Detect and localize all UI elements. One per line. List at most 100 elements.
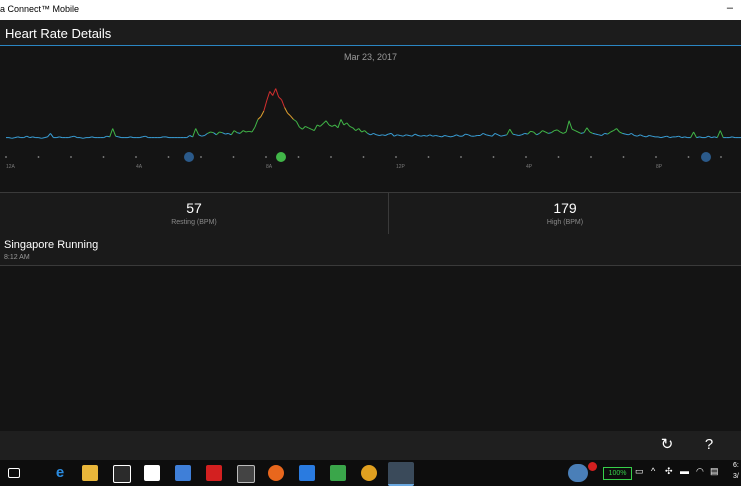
sleep-end-marker-icon[interactable] [184, 152, 194, 162]
hour-dot [5, 156, 7, 158]
heart-rate-line-segment [56, 136, 60, 139]
heart-rate-line-segment [456, 134, 460, 137]
garmin-connect-icon[interactable] [388, 462, 414, 486]
heart-rate-line-segment [536, 132, 540, 136]
heart-rate-line-segment [23, 135, 27, 139]
hour-dot [720, 156, 722, 158]
battery-indicator[interactable]: 100% [603, 467, 632, 480]
tray-app-icon[interactable] [568, 464, 588, 482]
firefox-icon[interactable] [268, 465, 284, 481]
resting-label: Resting (BPM) [171, 219, 217, 226]
running-activity-marker-icon[interactable] [276, 152, 286, 162]
heart-rate-line-segment [118, 136, 122, 139]
heart-rate-line-segment [417, 135, 422, 137]
heart-rate-line-segment [515, 134, 519, 136]
heart-rate-line-segment [165, 136, 170, 139]
dropbox-tray-icon[interactable]: ✣ [665, 466, 673, 477]
keyboard-icon[interactable]: ▤ [710, 466, 719, 477]
task-view-icon[interactable] [8, 468, 20, 478]
heart-rate-line-segment [488, 135, 493, 137]
heart-rate-line-segment [106, 135, 110, 138]
heart-rate-line-segment [115, 135, 119, 138]
heart-rate-line-segment [233, 130, 238, 134]
hour-dot [427, 156, 430, 158]
heart-rate-line-segment [524, 132, 528, 135]
heart-rate-line-segment [711, 136, 715, 139]
heart-rate-line-segment [604, 132, 608, 135]
heart-rate-line-segment [319, 123, 324, 127]
x-tick-label: 4P [526, 164, 533, 170]
chevron-up-icon[interactable]: ^ [651, 466, 655, 476]
heart-rate-line-segment [571, 128, 576, 132]
heart-rate-line-segment [465, 133, 469, 136]
refresh-button[interactable]: ↻ [658, 436, 676, 454]
heart-rate-line-segment [729, 136, 733, 139]
heart-rate-line-segment [429, 134, 433, 137]
heart-rate-line-segment [545, 131, 549, 134]
heart-rate-line-segment [201, 135, 205, 137]
wifi-icon[interactable]: ◠ [696, 466, 704, 477]
notes-icon[interactable] [144, 465, 160, 481]
calculator-icon[interactable] [237, 465, 255, 483]
sleep-start-marker-icon[interactable] [701, 152, 711, 162]
heart-rate-line-segment [681, 136, 685, 139]
heart-rate-line-segment [420, 135, 424, 137]
heart-rate-line-segment [263, 100, 268, 112]
dropbox-icon[interactable] [299, 465, 315, 481]
help-button[interactable]: ? [700, 436, 718, 454]
heart-rate-line-segment [346, 122, 351, 127]
photos-icon[interactable] [175, 465, 191, 481]
high-stat: 179 High (BPM) [389, 193, 741, 234]
hour-dot [102, 156, 105, 158]
heart-rate-line-segment [432, 135, 436, 137]
heart-rate-line-segment [601, 132, 605, 136]
hour-dot [590, 156, 592, 158]
heart-rate-line-segment [482, 132, 487, 136]
heart-rate-line-segment [103, 135, 107, 139]
heart-rate-line-segment [610, 130, 614, 133]
heart-rate-line-segment [634, 135, 638, 137]
hour-dot [622, 156, 625, 158]
clock-time[interactable]: 6: [733, 462, 739, 469]
heart-rate-line-segment [512, 133, 516, 136]
edge-icon[interactable]: e [52, 465, 68, 481]
video-icon[interactable] [206, 465, 222, 481]
heart-rate-line-segment [79, 137, 84, 139]
heart-rate-line-segment [583, 127, 588, 133]
heart-rate-line-segment [139, 136, 143, 139]
heart-rate-line-segment [613, 128, 617, 132]
heart-rate-line-segment [643, 135, 647, 138]
excel-icon[interactable] [330, 465, 346, 481]
heart-rate-chart-svg: 12A 4A 8A 12P 4P 8P [5, 88, 741, 170]
heart-rate-line-segment [355, 128, 359, 132]
hour-dot [655, 156, 657, 158]
heart-rate-line-segment [260, 110, 265, 117]
heart-rate-line-segment [11, 137, 16, 139]
heart-rate-line-segment [41, 137, 45, 139]
heart-rate-line-segment [192, 128, 197, 138]
x-tick-label: 8P [656, 164, 663, 170]
heart-rate-line-segment [394, 134, 398, 137]
network-icon[interactable]: ▬ [680, 466, 689, 476]
clock-date[interactable]: 3/ [733, 473, 739, 480]
file-explorer-icon[interactable] [82, 465, 98, 481]
heart-rate-line-segment [257, 116, 262, 120]
activity-item[interactable]: Singapore Running 8:12 AM [0, 234, 741, 266]
battery-icon[interactable]: ▭ [635, 466, 644, 477]
heart-rate-line-segment [474, 135, 478, 137]
chrome-icon[interactable] [361, 465, 377, 481]
x-tick-label: 12A [6, 164, 16, 170]
hour-dot [297, 156, 300, 158]
store-icon[interactable] [113, 465, 131, 483]
heart-rate-line-segment [479, 132, 484, 136]
minimize-button[interactable]: – [727, 2, 733, 14]
heart-rate-line-segment [468, 134, 472, 137]
hour-dot [200, 156, 202, 158]
heart-rate-line-segment [127, 136, 131, 139]
heart-rate-line-segment [637, 134, 641, 137]
heart-rate-line-segment [589, 131, 594, 134]
heart-rate-line-segment [574, 130, 579, 133]
heart-rate-line-segment [678, 135, 682, 139]
heart-rate-line-segment [592, 132, 596, 135]
heart-rate-line-segment [663, 135, 668, 138]
